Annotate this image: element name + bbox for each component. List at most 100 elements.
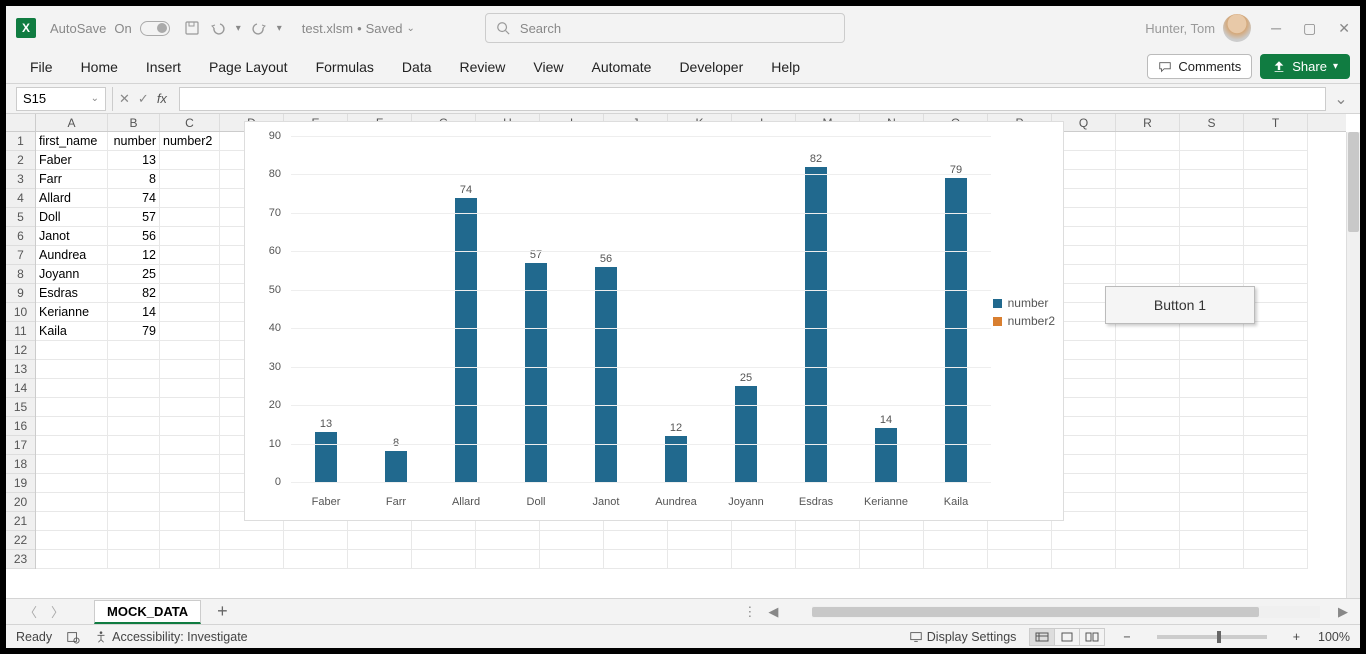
cell[interactable] bbox=[1116, 455, 1180, 474]
cell[interactable] bbox=[160, 341, 220, 360]
macro-button-1[interactable]: Button 1 bbox=[1105, 286, 1255, 324]
cell[interactable] bbox=[1180, 265, 1244, 284]
user-account[interactable]: Hunter, Tom bbox=[1145, 14, 1251, 42]
view-page-layout-icon[interactable] bbox=[1054, 628, 1080, 646]
autosave-toggle[interactable]: AutoSave On bbox=[50, 21, 170, 36]
cell[interactable]: Esdras bbox=[36, 284, 108, 303]
cell[interactable] bbox=[36, 341, 108, 360]
row-header[interactable]: 10 bbox=[6, 303, 35, 322]
cell[interactable] bbox=[1244, 417, 1308, 436]
column-header[interactable]: C bbox=[160, 114, 220, 131]
cell[interactable] bbox=[1244, 208, 1308, 227]
sheet-options-icon[interactable]: ⋮ bbox=[735, 604, 764, 620]
cell[interactable] bbox=[160, 455, 220, 474]
cell[interactable] bbox=[36, 379, 108, 398]
cell[interactable] bbox=[160, 246, 220, 265]
cell[interactable] bbox=[1244, 189, 1308, 208]
cell[interactable] bbox=[1052, 550, 1116, 569]
cell[interactable] bbox=[160, 512, 220, 531]
sheet-nav-prev-icon[interactable]: 〈 bbox=[24, 602, 37, 621]
cell[interactable] bbox=[1244, 360, 1308, 379]
cell[interactable] bbox=[860, 550, 924, 569]
macro-record-icon[interactable] bbox=[66, 630, 80, 644]
redo-icon[interactable] bbox=[251, 20, 267, 36]
cell[interactable] bbox=[1180, 455, 1244, 474]
cell[interactable] bbox=[1244, 455, 1308, 474]
cell[interactable] bbox=[604, 550, 668, 569]
search-input[interactable]: Search bbox=[485, 13, 845, 43]
legend-item[interactable]: number bbox=[993, 296, 1055, 310]
tab-automate[interactable]: Automate bbox=[578, 53, 666, 81]
zoom-slider[interactable] bbox=[1157, 635, 1267, 639]
cell[interactable] bbox=[36, 512, 108, 531]
tab-view[interactable]: View bbox=[519, 53, 577, 81]
cell[interactable] bbox=[1116, 151, 1180, 170]
cell[interactable] bbox=[860, 531, 924, 550]
row-header[interactable]: 12 bbox=[6, 341, 35, 360]
tab-developer[interactable]: Developer bbox=[665, 53, 757, 81]
cell[interactable] bbox=[1116, 512, 1180, 531]
row-header[interactable]: 15 bbox=[6, 398, 35, 417]
cell[interactable] bbox=[160, 531, 220, 550]
cell[interactable] bbox=[1116, 398, 1180, 417]
column-header[interactable]: T bbox=[1244, 114, 1308, 131]
cell[interactable] bbox=[1180, 417, 1244, 436]
save-icon[interactable] bbox=[184, 20, 200, 36]
share-button[interactable]: Share ▾ bbox=[1260, 54, 1350, 79]
cell[interactable] bbox=[160, 303, 220, 322]
cell[interactable] bbox=[1116, 417, 1180, 436]
select-all-corner[interactable] bbox=[6, 114, 36, 132]
column-header[interactable]: A bbox=[36, 114, 108, 131]
cell[interactable] bbox=[36, 531, 108, 550]
cell[interactable] bbox=[540, 550, 604, 569]
column-header[interactable]: R bbox=[1116, 114, 1180, 131]
cell[interactable] bbox=[1116, 265, 1180, 284]
cell[interactable]: 57 bbox=[108, 208, 160, 227]
zoom-in-icon[interactable]: + bbox=[1289, 630, 1304, 644]
cell[interactable] bbox=[220, 550, 284, 569]
cell[interactable] bbox=[108, 474, 160, 493]
cell[interactable] bbox=[1244, 493, 1308, 512]
cell[interactable] bbox=[988, 550, 1052, 569]
cell[interactable]: 14 bbox=[108, 303, 160, 322]
cell[interactable] bbox=[476, 531, 540, 550]
spreadsheet-grid[interactable]: ABCDEFGHIJKLMNOPQRST 1234567891011121314… bbox=[6, 114, 1360, 598]
cell[interactable] bbox=[1180, 189, 1244, 208]
cell[interactable] bbox=[732, 550, 796, 569]
cell[interactable]: Allard bbox=[36, 189, 108, 208]
cell[interactable] bbox=[1244, 436, 1308, 455]
cell[interactable] bbox=[1116, 379, 1180, 398]
cell[interactable] bbox=[1180, 436, 1244, 455]
cell[interactable] bbox=[160, 189, 220, 208]
cell[interactable] bbox=[108, 341, 160, 360]
cell[interactable] bbox=[1116, 227, 1180, 246]
cell[interactable]: 82 bbox=[108, 284, 160, 303]
cell[interactable] bbox=[160, 493, 220, 512]
cell[interactable] bbox=[604, 531, 668, 550]
cell[interactable] bbox=[1180, 398, 1244, 417]
cell[interactable] bbox=[160, 227, 220, 246]
tab-review[interactable]: Review bbox=[446, 53, 520, 81]
cell[interactable] bbox=[160, 284, 220, 303]
close-icon[interactable]: ✕ bbox=[1338, 20, 1350, 37]
cell[interactable] bbox=[1116, 474, 1180, 493]
row-header[interactable]: 22 bbox=[6, 531, 35, 550]
row-header[interactable]: 8 bbox=[6, 265, 35, 284]
row-header[interactable]: 18 bbox=[6, 455, 35, 474]
cell[interactable] bbox=[796, 531, 860, 550]
cell[interactable] bbox=[1180, 208, 1244, 227]
cell[interactable] bbox=[108, 417, 160, 436]
cell[interactable] bbox=[476, 550, 540, 569]
cell[interactable] bbox=[160, 151, 220, 170]
cell[interactable] bbox=[160, 550, 220, 569]
cell[interactable] bbox=[988, 531, 1052, 550]
cell[interactable]: 8 bbox=[108, 170, 160, 189]
cell[interactable] bbox=[1180, 474, 1244, 493]
chevron-down-icon[interactable]: ▾ bbox=[277, 23, 282, 34]
cell[interactable]: Kerianne bbox=[36, 303, 108, 322]
cell[interactable] bbox=[1244, 512, 1308, 531]
cell[interactable]: 74 bbox=[108, 189, 160, 208]
cell[interactable] bbox=[1244, 151, 1308, 170]
cell[interactable] bbox=[1180, 360, 1244, 379]
formula-input[interactable] bbox=[179, 87, 1326, 111]
